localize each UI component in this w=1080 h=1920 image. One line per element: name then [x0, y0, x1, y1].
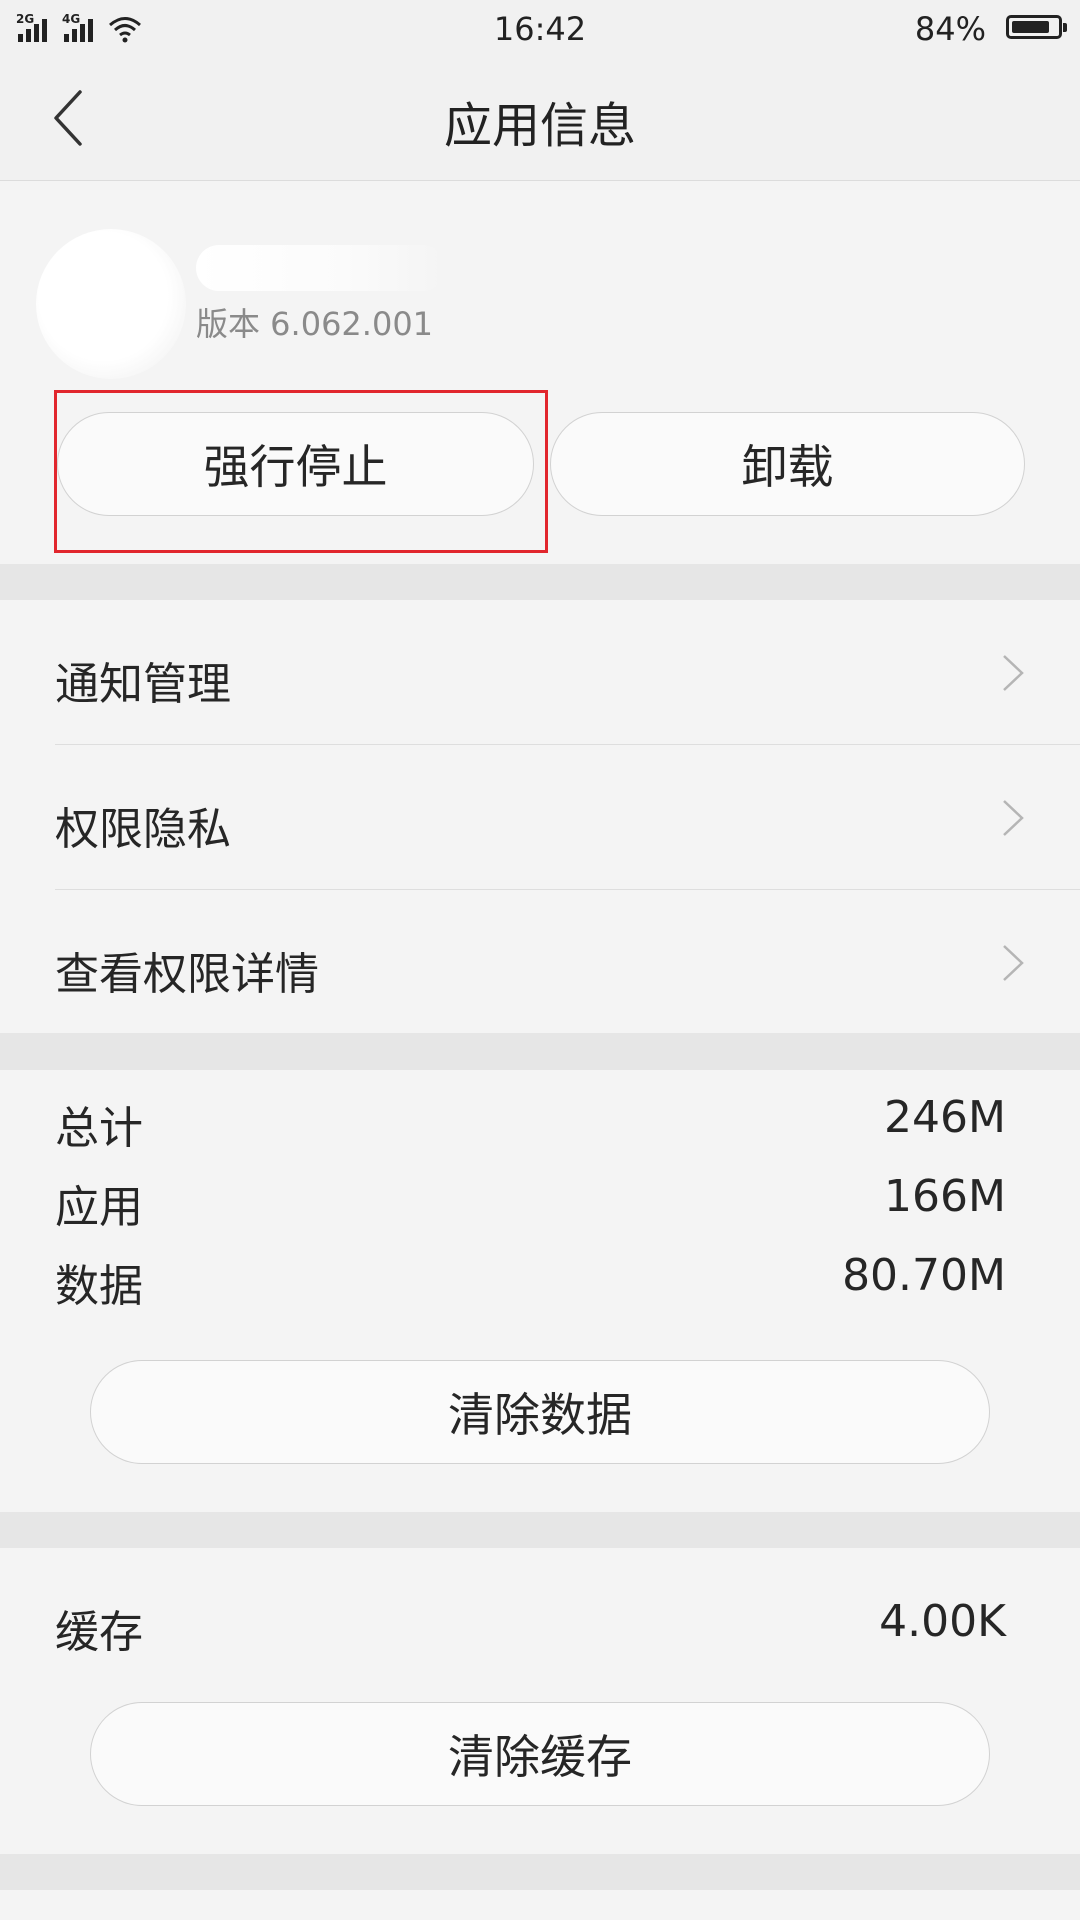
- chevron-left-icon: [54, 90, 82, 146]
- storage-data-row: 数据 80.70M: [55, 1250, 1006, 1312]
- chevron-right-icon: [1003, 945, 1024, 981]
- menu-item-permission-details[interactable]: 查看权限详情: [0, 890, 1080, 1034]
- chevron-right-icon: [1003, 800, 1024, 836]
- cache-row: 缓存 4.00K: [55, 1596, 1006, 1658]
- menu-item-label: 权限隐私: [55, 804, 231, 855]
- battery-percentage: 84%: [914, 10, 986, 48]
- cache-section: 缓存 4.00K 清除缓存: [0, 1548, 1080, 1854]
- app-name-redacted: [196, 245, 446, 291]
- cache-value: 4.00K: [879, 1596, 1006, 1647]
- app-header: 版本 6.062.001 强行停止 卸载: [0, 181, 1080, 564]
- cache-label: 缓存: [55, 1607, 143, 1658]
- storage-app-label: 应用: [55, 1182, 143, 1233]
- clear-cache-button[interactable]: 清除缓存: [90, 1702, 990, 1806]
- storage-data-value: 80.70M: [842, 1250, 1006, 1301]
- menu-item-permissions-privacy[interactable]: 权限隐私: [0, 745, 1080, 889]
- settings-menu: 通知管理 权限隐私 查看权限详情: [0, 600, 1080, 1033]
- storage-app-row: 应用 166M: [55, 1171, 1006, 1233]
- battery-icon: [1006, 15, 1067, 39]
- storage-app-value: 166M: [884, 1171, 1006, 1222]
- page-title: 应用信息: [443, 98, 636, 154]
- next-section-peek: [0, 1890, 1080, 1920]
- chevron-right-icon: [1003, 655, 1024, 691]
- storage-total-label: 总计: [55, 1103, 143, 1154]
- app-version: 版本 6.062.001: [196, 305, 434, 343]
- storage-section: 总计 246M 应用 166M 数据 80.70M 清除数据: [0, 1070, 1080, 1512]
- nav-bar: 应用信息: [0, 56, 1080, 181]
- menu-item-notification-management[interactable]: 通知管理: [0, 600, 1080, 744]
- status-bar: 2G 4G 16:42 84%: [0, 0, 1080, 56]
- uninstall-button[interactable]: 卸载: [550, 412, 1025, 516]
- force-stop-button[interactable]: 强行停止: [57, 412, 534, 516]
- menu-item-label: 通知管理: [55, 659, 231, 710]
- storage-total-value: 246M: [884, 1092, 1006, 1143]
- back-button[interactable]: [34, 82, 106, 154]
- app-icon: [36, 229, 186, 379]
- storage-total-row: 总计 246M: [55, 1092, 1006, 1154]
- menu-item-label: 查看权限详情: [55, 949, 319, 1000]
- storage-data-label: 数据: [55, 1261, 143, 1312]
- clear-data-button[interactable]: 清除数据: [90, 1360, 990, 1464]
